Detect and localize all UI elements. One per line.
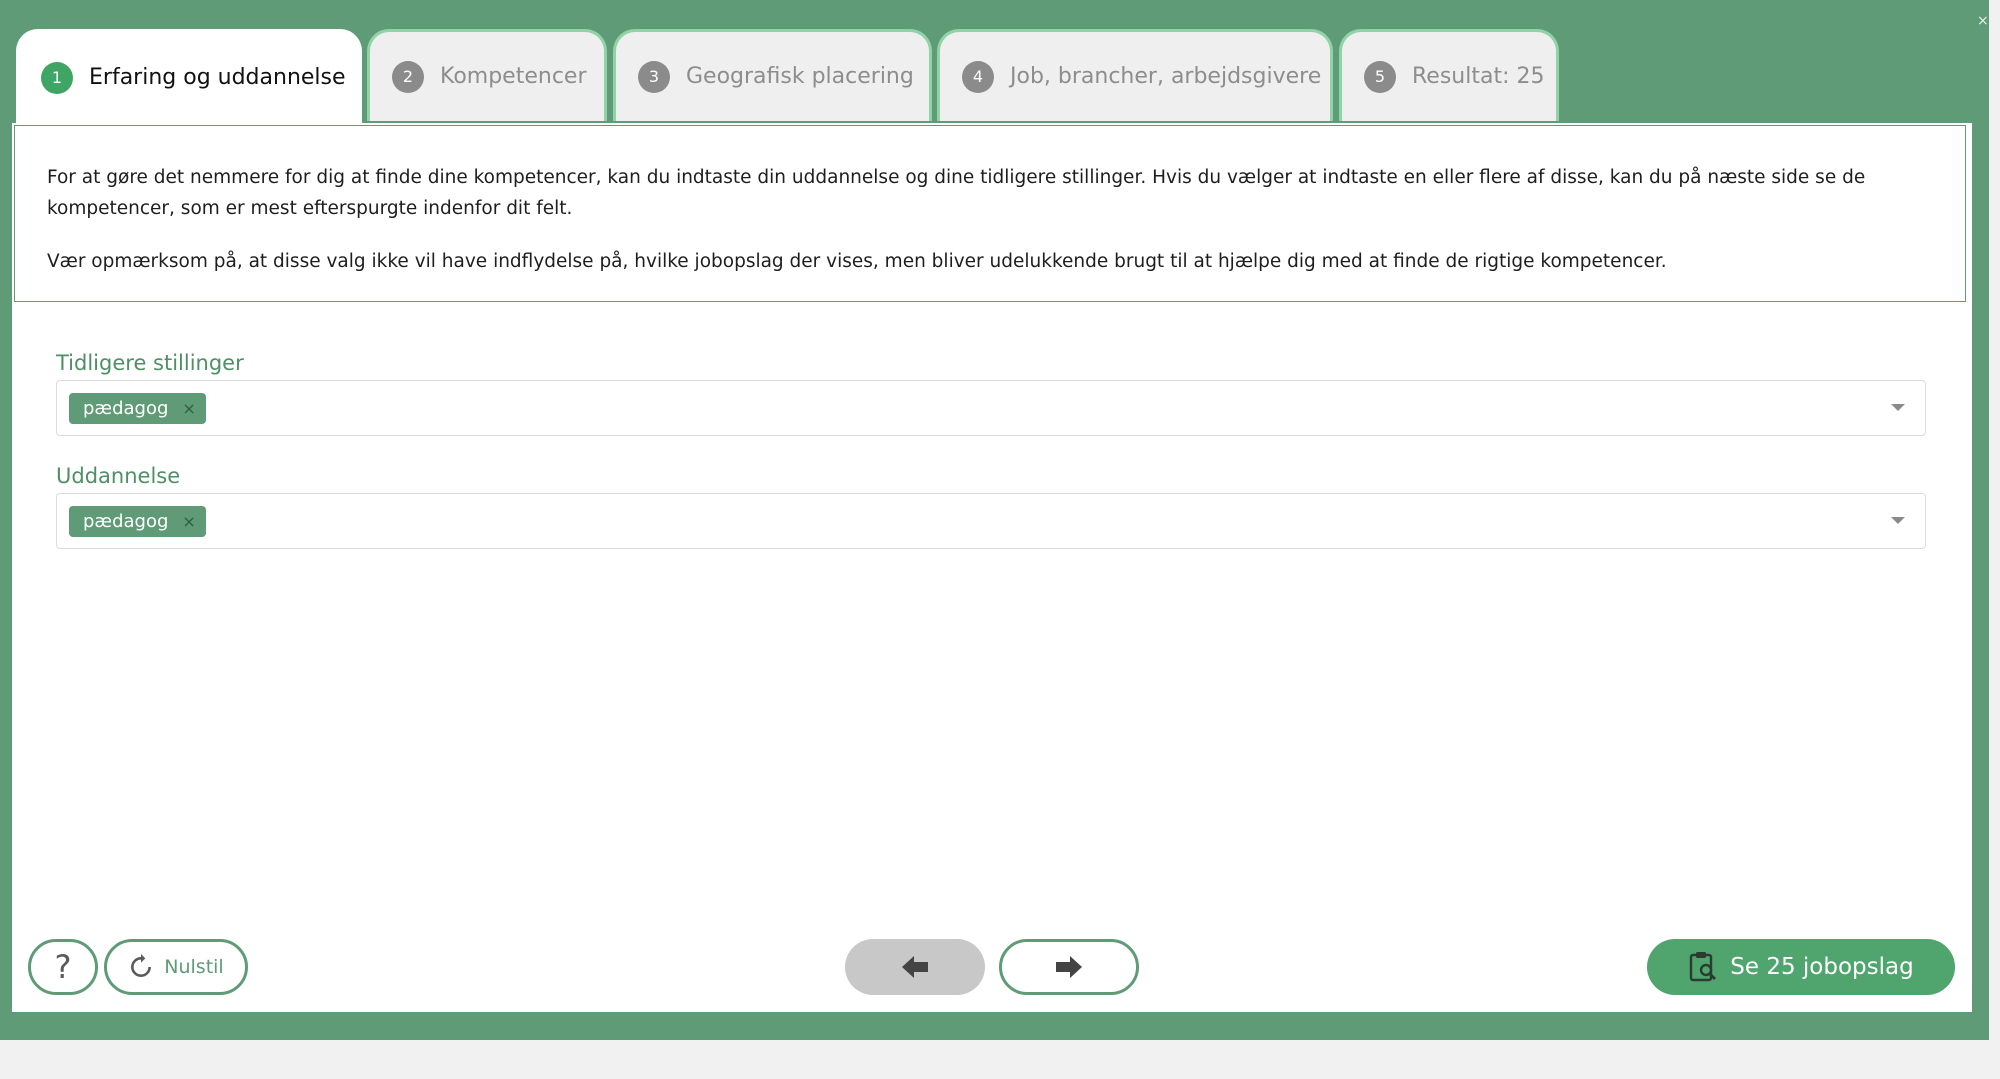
step-panel: For at gøre det nemmere for dig at finde… xyxy=(12,123,1972,1012)
chip-remove-icon[interactable]: × xyxy=(182,399,195,418)
chip-label: pædagog xyxy=(83,511,169,532)
tab-step-number: 3 xyxy=(638,60,670,93)
app-frame: × 1 Erfaring og uddannelse 2 Kompetencer… xyxy=(0,0,1989,1040)
arrow-right-icon xyxy=(1056,956,1082,978)
tab-label: Erfaring og uddannelse xyxy=(89,65,346,90)
chip-remove-icon[interactable]: × xyxy=(182,512,195,531)
previous-positions-label: Tidligere stillinger xyxy=(56,351,244,375)
tab-label: Geografisk placering xyxy=(686,64,914,89)
caret-down-icon[interactable] xyxy=(1891,404,1905,411)
reset-label: Nulstil xyxy=(164,956,224,978)
tab-step-number: 5 xyxy=(1364,60,1396,93)
clipboard-search-icon xyxy=(1690,952,1717,982)
tab-jobs-industries-employers[interactable]: 4 Job, brancher, arbejdsgivere xyxy=(937,29,1333,121)
tab-step-number: 2 xyxy=(392,60,424,93)
tab-result[interactable]: 5 Resultat: 25 xyxy=(1339,29,1559,121)
selected-chip: pædagog × xyxy=(69,506,206,537)
chip-label: pædagog xyxy=(83,398,169,419)
info-paragraph: Vær opmærksom på, at disse valg ikke vil… xyxy=(47,251,1667,272)
help-label: ? xyxy=(54,948,72,986)
next-button[interactable] xyxy=(999,939,1139,995)
selected-chip: pædagog × xyxy=(69,393,206,424)
tab-step-number: 1 xyxy=(41,61,73,94)
tab-step-number: 4 xyxy=(962,60,994,93)
info-box: For at gøre det nemmere for dig at finde… xyxy=(14,125,1966,302)
previous-positions-select[interactable]: pædagog × xyxy=(56,380,1926,436)
tab-competences[interactable]: 2 Kompetencer xyxy=(367,29,607,121)
refresh-icon xyxy=(131,954,152,977)
see-job-postings-label: Se 25 jobopslag xyxy=(1730,954,1914,980)
education-label: Uddannelse xyxy=(56,464,181,488)
arrow-left-icon xyxy=(902,956,928,978)
info-paragraph: For at gøre det nemmere for dig at finde… xyxy=(47,167,1866,219)
close-icon[interactable]: × xyxy=(1977,14,1989,28)
previous-button[interactable] xyxy=(845,939,985,995)
tab-label: Resultat: 25 xyxy=(1412,64,1545,89)
tab-experience-education[interactable]: 1 Erfaring og uddannelse xyxy=(16,29,362,123)
tab-label: Job, brancher, arbejdsgivere xyxy=(1010,64,1322,89)
reset-button[interactable]: Nulstil xyxy=(104,939,248,995)
tab-geographic-location[interactable]: 3 Geografisk placering xyxy=(613,29,932,121)
education-select[interactable]: pædagog × xyxy=(56,493,1926,549)
caret-down-icon[interactable] xyxy=(1891,517,1905,524)
help-button[interactable]: ? xyxy=(28,939,98,995)
tab-label: Kompetencer xyxy=(440,64,587,89)
see-job-postings-button[interactable]: Se 25 jobopslag xyxy=(1647,939,1955,995)
